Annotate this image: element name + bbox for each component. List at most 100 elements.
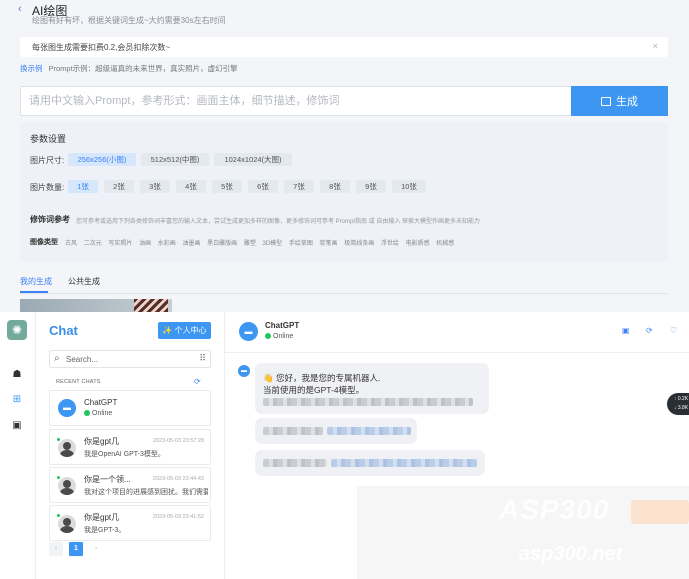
refresh-icon[interactable]: ⟳ [646, 326, 653, 335]
blurred-link[interactable] [327, 427, 411, 435]
image-icon [601, 96, 611, 106]
conversation-item[interactable]: 你是gpt几 2023-05-03 23:57:28 我是OpenAI GPT-… [49, 429, 211, 465]
conversation-time: 2023-05-03 23:57:28 [152, 438, 204, 444]
message-line: 当前使用的是GPT-4模型。 [263, 385, 365, 395]
count-option-8[interactable]: 8张 [320, 180, 350, 193]
next-page-button[interactable]: › [89, 542, 103, 556]
blurred-text [263, 427, 323, 435]
upload-speed: ↑ 0.2K [674, 396, 689, 402]
count-option-9[interactable]: 9张 [356, 180, 386, 193]
style-item[interactable]: 极简线条画 [344, 241, 374, 247]
conversation-preview: 我是OpenAI GPT-3模型。 [84, 451, 165, 458]
message-bubble: 👋 您好，我是您的专属机器人. 当前使用的是GPT-4模型。 [255, 363, 489, 414]
chat-sidebar: Chat ✨ 个人中心 ⌕ ⠿ RECENT CHATS ⟳ ▬ ChatGPT… [36, 312, 225, 579]
conversation-item[interactable]: ▬ ChatGPT Online [49, 390, 211, 426]
plus-square-icon[interactable]: ⊞ [11, 394, 23, 406]
watermark-badge [631, 500, 689, 524]
chat-app: ✺ ☗ ⊞ ▣ Chat ✨ 个人中心 ⌕ ⠿ RECENT CHATS ⟳ ▬… [0, 312, 689, 579]
count-option-4[interactable]: 4张 [176, 180, 206, 193]
page-1-button[interactable]: 1 [69, 542, 83, 556]
tab-divider [20, 293, 668, 294]
save-icon[interactable]: ▣ [622, 326, 630, 335]
tab-public-generations[interactable]: 公共生成 [68, 276, 100, 287]
count-option-10[interactable]: 10张 [392, 180, 426, 193]
style-item[interactable]: 油画 [139, 241, 151, 247]
online-dot [57, 438, 60, 441]
count-option-3[interactable]: 3张 [140, 180, 170, 193]
conversation-name: 你是一个领... [84, 475, 131, 484]
count-option-6[interactable]: 6张 [248, 180, 278, 193]
avatar [58, 439, 76, 457]
avatar [58, 477, 76, 495]
blurred-link[interactable] [331, 459, 477, 467]
icon-rail: ✺ ☗ ⊞ ▣ [0, 312, 36, 579]
close-icon[interactable]: × [653, 41, 658, 51]
robot-icon[interactable]: ☗ [11, 369, 23, 381]
style-item[interactable]: 油墨画 [182, 241, 200, 247]
watermark-logo-text: ASP300 [499, 494, 610, 525]
conversation-name: 你是gpt几 [84, 437, 120, 446]
recent-chats-label: RECENT CHATS [56, 379, 101, 385]
style-item[interactable]: 黑白雕版画 [207, 241, 237, 247]
chevron-left-icon[interactable]: ‹ [18, 3, 22, 15]
sync-icon[interactable]: ⟳ [194, 377, 201, 386]
prev-page-button[interactable]: ‹ [49, 542, 63, 556]
personal-center-button[interactable]: ✨ 个人中心 [158, 322, 211, 339]
chat-header-name: ChatGPT [265, 321, 300, 330]
status-text: Online [92, 410, 113, 417]
style-item[interactable]: 机械感 [436, 241, 454, 247]
style-item[interactable]: 雕塑 [244, 241, 256, 247]
count-option-1[interactable]: 1张 [68, 180, 98, 193]
watermark-area: ASP300 asp300.net [357, 486, 689, 579]
size-label: 图片尺寸: [30, 156, 65, 165]
style-item[interactable]: 手绘草图 [289, 241, 313, 247]
online-dot [84, 410, 90, 416]
message-line: 👋 您好，我是您的专属机器人. [263, 373, 381, 383]
generated-image-thumbnail[interactable] [20, 299, 172, 312]
heart-icon[interactable]: ♡ [670, 326, 677, 335]
style-label: 图像类型 [30, 239, 58, 246]
tab-my-generations[interactable]: 我的生成 [20, 276, 52, 287]
conversation-item[interactable]: 你是gpt几 2023-05-03 23:41:52 我是GPT-3。 [49, 505, 211, 541]
style-item[interactable]: 二次元 [84, 241, 102, 247]
size-option-small[interactable]: 256x256(小图) [68, 153, 136, 166]
style-item[interactable]: 电影质感 [406, 241, 430, 247]
prompt-box: 生成 [20, 86, 668, 116]
conversation-time: 2023-05-03 23:41:52 [152, 514, 204, 520]
conversation-time: 2023-05-03 23:44:43 [152, 476, 204, 482]
example-text: Prompt示例：超级逼真的未来世界，真实照片，虚幻引擎 [48, 64, 238, 73]
conversation-name: ChatGPT [84, 398, 118, 407]
style-item[interactable]: 古风 [65, 241, 77, 247]
style-item[interactable]: 写实照片 [108, 241, 132, 247]
count-option-5[interactable]: 5张 [212, 180, 242, 193]
avatar [58, 515, 76, 533]
page-subtitle: 绘图有好有坏，根据关键词生成~大约需要30s左右时间 [32, 16, 226, 25]
download-speed: ↓ 3.8K [674, 405, 689, 411]
search-input[interactable] [66, 351, 191, 367]
generate-button[interactable]: 生成 [571, 86, 668, 116]
online-dot [57, 476, 60, 479]
size-option-medium[interactable]: 512x512(中图) [141, 153, 209, 166]
change-example-link[interactable]: 换示例 [20, 64, 43, 73]
style-item[interactable]: 3D模型 [263, 241, 283, 247]
chat-header: ▬ ChatGPT Online ▣ ⟳ ♡ [225, 312, 689, 353]
message-bubble [255, 418, 417, 444]
notice-text: 每张图生成需要扣费0.2,会员扣除次数~ [32, 43, 171, 52]
modifier-description: 您可参考或选用下列各类修饰词丰富您的输入文本，尝试生成更加多样的图像，更多修饰词… [76, 219, 481, 225]
image-icon[interactable]: ▣ [11, 420, 23, 432]
prompt-input[interactable] [21, 87, 571, 115]
grid-icon[interactable]: ⠿ [199, 353, 206, 364]
openai-logo-icon[interactable]: ✺ [7, 320, 27, 340]
blurred-text [263, 459, 327, 467]
style-item[interactable]: 炭笔画 [320, 241, 338, 247]
conversation-item[interactable]: 你是一个领... 2023-05-03 23:44:43 我对这个项目的进展感到… [49, 467, 211, 503]
style-item[interactable]: 浮世绘 [381, 241, 399, 247]
online-dot [265, 333, 271, 339]
style-list: 古风 二次元 写实照片 油画 水彩画 油墨画 黑白雕版画 雕塑 3D模型 手绘草… [65, 238, 459, 247]
search-icon: ⌕ [54, 353, 60, 364]
style-item[interactable]: 水彩画 [158, 241, 176, 247]
count-option-7[interactable]: 7张 [284, 180, 314, 193]
status-text: Online [273, 333, 294, 340]
size-option-large[interactable]: 1024x1024(大图) [214, 153, 292, 166]
count-option-2[interactable]: 2张 [104, 180, 134, 193]
